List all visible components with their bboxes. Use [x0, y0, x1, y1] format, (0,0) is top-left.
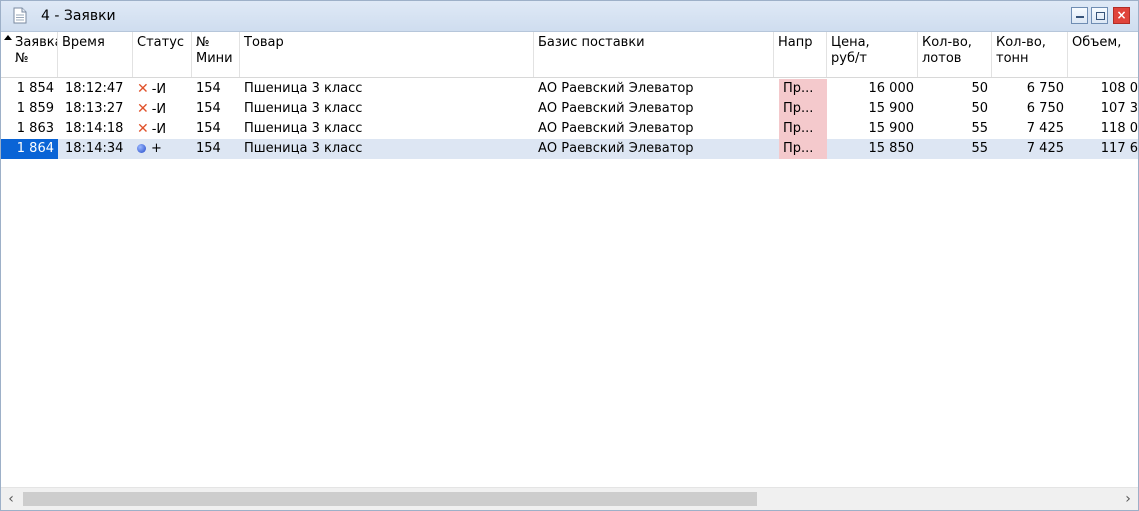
volume-cell: 108 0: [1100, 81, 1138, 96]
product-cell: Пшеница 3 класс: [244, 121, 363, 136]
price-cell: 15 900: [868, 101, 915, 116]
order-number-cell: 1 854: [16, 81, 54, 96]
table-row[interactable]: 1 859 18:13:27 ✕ -И 154 Пшеница 3 класс А…: [1, 99, 1138, 119]
column-header-volume[interactable]: Объем,: [1068, 32, 1138, 77]
minimize-icon: [1076, 16, 1084, 18]
blue-dot-icon: [137, 144, 146, 153]
column-header-direction[interactable]: Напр: [774, 32, 827, 77]
x-icon: ✕: [137, 81, 149, 97]
table-row-selected[interactable]: 1 864 18:14:34 + 154 Пшеница 3 класс АО …: [1, 139, 1138, 159]
status-cell: ✕ -И: [137, 81, 167, 97]
lots-cell: 50: [971, 81, 988, 96]
status-cell: ✕ -И: [137, 101, 167, 117]
window-title: 4 - Заявки: [41, 8, 116, 24]
mini-number-cell: 154: [196, 121, 221, 136]
minimize-button[interactable]: [1071, 7, 1088, 24]
delivery-basis-cell: АО Раевский Элеватор: [538, 141, 694, 156]
price-cell: 15 900: [868, 121, 915, 136]
tons-cell: 6 750: [1026, 81, 1064, 96]
column-header-product[interactable]: Товар: [240, 32, 534, 77]
direction-cell: Пр...: [779, 99, 827, 119]
x-icon: ✕: [137, 121, 149, 137]
scroll-left-button[interactable]: ‹: [1, 488, 21, 510]
horizontal-scrollbar[interactable]: ‹ ›: [1, 487, 1138, 510]
table-row[interactable]: 1 854 18:12:47 ✕ -И 154 Пшеница 3 класс А…: [1, 79, 1138, 99]
x-icon: ✕: [137, 101, 149, 117]
time-cell: 18:12:47: [65, 81, 124, 96]
tons-cell: 7 425: [1026, 121, 1064, 136]
orders-window: 4 - Заявки × Заявка № Время Статус № Мин…: [0, 0, 1139, 511]
status-cell: ✕ -И: [137, 121, 167, 137]
lots-cell: 50: [971, 101, 988, 116]
orders-table: Заявка № Время Статус № Мини Товар Базис…: [1, 32, 1138, 487]
scroll-right-button[interactable]: ›: [1118, 488, 1138, 510]
price-cell: 15 850: [868, 141, 915, 156]
close-button[interactable]: ×: [1113, 7, 1130, 24]
maximize-button[interactable]: [1091, 7, 1108, 24]
order-number-cell: 1 859: [16, 101, 54, 116]
column-header-mini-number[interactable]: № Мини: [192, 32, 240, 77]
status-cell: +: [133, 139, 192, 159]
direction-cell: Пр...: [779, 79, 827, 99]
mini-number-cell: 154: [196, 141, 221, 156]
column-header-time[interactable]: Время: [58, 32, 133, 77]
delivery-basis-cell: АО Раевский Элеватор: [538, 81, 694, 96]
column-header-order-number[interactable]: Заявка №: [1, 32, 58, 77]
volume-cell: 118 0: [1100, 121, 1138, 136]
price-cell: 16 000: [868, 81, 915, 96]
column-header-delivery-basis[interactable]: Базис поставки: [534, 32, 774, 77]
direction-cell: Пр...: [779, 119, 827, 139]
product-cell: Пшеница 3 класс: [244, 101, 363, 116]
volume-cell: 117 6: [1100, 141, 1138, 156]
lots-cell: 55: [971, 121, 988, 136]
tons-cell: 7 425: [1026, 141, 1064, 156]
scrollbar-thumb[interactable]: [23, 492, 757, 506]
sort-ascending-icon: [4, 35, 12, 40]
product-cell: Пшеница 3 класс: [244, 141, 363, 156]
time-cell: 18:13:27: [65, 101, 124, 116]
mini-number-cell: 154: [196, 81, 221, 96]
chevron-right-icon: ›: [1125, 491, 1131, 507]
lots-cell: 55: [971, 141, 988, 156]
title-bar[interactable]: 4 - Заявки ×: [1, 1, 1138, 32]
chevron-left-icon: ‹: [8, 491, 14, 507]
volume-cell: 107 3: [1100, 101, 1138, 116]
product-cell: Пшеница 3 класс: [244, 81, 363, 96]
column-header-price[interactable]: Цена, руб/т: [827, 32, 918, 77]
delivery-basis-cell: АО Раевский Элеватор: [538, 121, 694, 136]
column-header-lots[interactable]: Кол-во, лотов: [918, 32, 992, 77]
column-header-tons[interactable]: Кол-во, тонн: [992, 32, 1068, 77]
time-cell: 18:14:18: [65, 121, 124, 136]
column-header-status[interactable]: Статус: [133, 32, 192, 77]
maximize-icon: [1096, 12, 1105, 20]
delivery-basis-cell: АО Раевский Элеватор: [538, 101, 694, 116]
mini-number-cell: 154: [196, 101, 221, 116]
document-icon: [13, 7, 27, 24]
table-header: Заявка № Время Статус № Мини Товар Базис…: [1, 32, 1138, 78]
time-cell: 18:14:34: [65, 141, 124, 156]
order-number-cell: 1 863: [16, 121, 54, 136]
tons-cell: 6 750: [1026, 101, 1064, 116]
table-row[interactable]: 1 863 18:14:18 ✕ -И 154 Пшеница 3 класс А…: [1, 119, 1138, 139]
direction-cell: Пр...: [779, 139, 827, 159]
order-number-cell: 1 864: [1, 139, 58, 159]
